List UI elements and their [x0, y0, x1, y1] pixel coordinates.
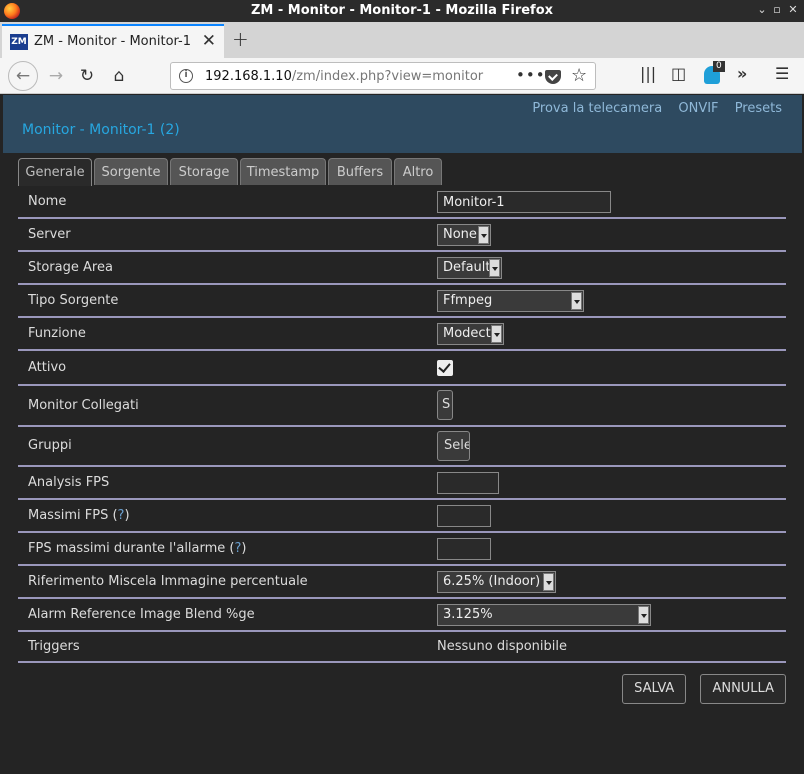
zm-favicon-icon: ZM [10, 34, 28, 50]
funzione-select[interactable]: Modect [437, 323, 504, 345]
sidebar-icon[interactable]: ◫ [671, 64, 686, 83]
hamburger-menu-icon[interactable]: ☰ [775, 64, 789, 83]
pocket-icon[interactable] [545, 70, 561, 84]
row-alarm-blend: Alarm Reference Image Blend %ge 3.125% [18, 599, 786, 632]
tipo-sorgente-label: Tipo Sorgente [28, 293, 119, 308]
storage-area-select[interactable]: Default [437, 257, 502, 279]
browser-tab-title: ZM - Monitor - Monitor-1 [34, 34, 191, 49]
library-icon[interactable]: ||| [640, 64, 656, 83]
tab-generale[interactable]: Generale [18, 158, 92, 186]
window-title: ZM - Monitor - Monitor-1 - Mozilla Firef… [250, 3, 554, 18]
gruppi-label: Gruppi [28, 438, 72, 453]
massimi-fps-input[interactable] [437, 505, 491, 527]
page-header: Prova la telecamera ONVIF Presets Monito… [3, 95, 802, 153]
close-window-icon[interactable]: ✕ [786, 3, 800, 17]
analysis-fps-label: Analysis FPS [28, 475, 110, 490]
chevron-down-icon [543, 573, 554, 591]
cancel-button[interactable]: ANNULLA [700, 674, 786, 704]
fps-allarme-label: FPS massimi durante l'allarme (?) [28, 541, 247, 556]
fps-allarme-input[interactable] [437, 538, 491, 560]
attivo-label: Attivo [28, 360, 67, 375]
row-massimi-fps: Massimi FPS (?) [18, 500, 786, 533]
form-actions: SALVA ANNULLA [612, 674, 786, 704]
page-actions-icon[interactable]: ••• [516, 66, 546, 84]
funzione-label: Funzione [28, 326, 86, 341]
browser-tab[interactable]: ZM ZM - Monitor - Monitor-1 ✕ [2, 24, 224, 58]
monitor-form: Nome Server None Storage Area Default Ti… [18, 186, 786, 663]
row-tipo-sorgente: Tipo Sorgente Ffmpeg [18, 285, 786, 318]
navigation-bar: ← → ↻ ⌂ i 192.168.1.10/zm/index.php?view… [0, 58, 804, 94]
main-content: Generale Sorgente Storage Timestamp Buff… [3, 153, 802, 774]
nome-label: Nome [28, 194, 67, 209]
nome-input[interactable] [437, 191, 611, 213]
chevron-down-icon [491, 325, 502, 343]
row-fps-allarme: FPS massimi durante l'allarme (?) [18, 533, 786, 566]
gruppi-select[interactable]: Sele [437, 431, 470, 461]
triggers-value: Nessuno disponibile [437, 639, 567, 654]
alarm-blend-select[interactable]: 3.125% [437, 604, 651, 626]
tipo-sorgente-select[interactable]: Ffmpeg [437, 290, 584, 312]
tab-buffers[interactable]: Buffers [328, 158, 392, 185]
row-analysis-fps: Analysis FPS [18, 467, 786, 500]
back-icon[interactable]: ← [8, 61, 38, 91]
presets-link[interactable]: Presets [735, 101, 782, 116]
header-links: Prova la telecamera ONVIF Presets [520, 101, 782, 116]
tab-timestamp[interactable]: Timestamp [240, 158, 326, 185]
row-monitor-collegati: Monitor Collegati S [18, 386, 786, 427]
forward-icon[interactable]: → [44, 65, 68, 87]
row-attivo: Attivo [18, 351, 786, 386]
save-button[interactable]: SALVA [622, 674, 687, 704]
row-funzione: Funzione Modect [18, 318, 786, 351]
monitor-collegati-select[interactable]: S [437, 390, 453, 420]
chevron-down-icon [571, 292, 582, 310]
url-text[interactable]: 192.168.1.10/zm/index.php?view=monitor [205, 69, 483, 84]
server-label: Server [28, 227, 71, 242]
riferimento-miscela-select[interactable]: 6.25% (Indoor) [437, 571, 556, 593]
extension-badge: 0 [713, 61, 725, 72]
storage-area-label: Storage Area [28, 260, 113, 275]
bookmark-star-icon[interactable]: ☆ [571, 65, 587, 86]
row-server: Server None [18, 219, 786, 252]
row-nome: Nome [18, 186, 786, 219]
home-icon[interactable]: ⌂ [107, 65, 131, 87]
onvif-link[interactable]: ONVIF [678, 101, 718, 116]
massimi-fps-label: Massimi FPS (?) [28, 508, 130, 523]
row-gruppi: Gruppi Sele [18, 427, 786, 467]
alarm-blend-label: Alarm Reference Image Blend %ge [28, 607, 255, 622]
page-title: Monitor - Monitor-1 (2) [22, 122, 180, 138]
window-titlebar: ZM - Monitor - Monitor-1 - Mozilla Firef… [0, 0, 804, 22]
minimize-icon[interactable]: ⌄ [755, 3, 769, 17]
row-storage-area: Storage Area Default [18, 252, 786, 285]
overflow-chevron-icon[interactable]: » [737, 64, 747, 83]
test-camera-link[interactable]: Prova la telecamera [532, 101, 662, 116]
riferimento-miscela-label: Riferimento Miscela Immagine percentuale [28, 574, 308, 589]
browser-tab-strip: ZM ZM - Monitor - Monitor-1 ✕ [0, 22, 804, 58]
chevron-down-icon [638, 606, 649, 624]
chevron-down-icon [489, 259, 500, 277]
tab-altro[interactable]: Altro [394, 158, 442, 185]
tab-storage[interactable]: Storage [170, 158, 238, 185]
maximize-icon[interactable]: ▫ [770, 3, 784, 17]
triggers-label: Triggers [28, 639, 80, 654]
url-bar[interactable]: i 192.168.1.10/zm/index.php?view=monitor… [170, 62, 596, 90]
analysis-fps-input[interactable] [437, 472, 499, 494]
new-tab-icon[interactable]: + [232, 27, 249, 51]
tab-sorgente[interactable]: Sorgente [94, 158, 168, 185]
site-info-icon[interactable]: i [179, 69, 193, 83]
massimi-fps-help-link[interactable]: ? [118, 508, 125, 523]
fps-allarme-help-link[interactable]: ? [235, 541, 242, 556]
row-riferimento-miscela: Riferimento Miscela Immagine percentuale… [18, 566, 786, 599]
server-select[interactable]: None [437, 224, 491, 246]
row-triggers: Triggers Nessuno disponibile [18, 632, 786, 663]
attivo-checkbox[interactable] [437, 360, 453, 376]
chevron-down-icon [478, 226, 489, 244]
monitor-collegati-label: Monitor Collegati [28, 398, 139, 413]
close-tab-icon[interactable]: ✕ [202, 31, 216, 51]
reload-icon[interactable]: ↻ [75, 65, 99, 87]
